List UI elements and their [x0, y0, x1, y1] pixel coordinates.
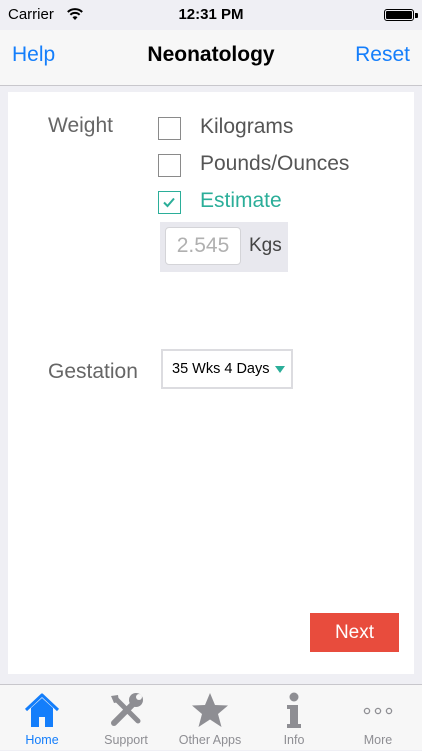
kilograms-label: Kilograms: [200, 115, 294, 138]
estimate-label: Estimate: [200, 189, 282, 212]
battery-icon: [384, 9, 418, 21]
tab-home-label: Home: [25, 733, 59, 747]
kilograms-checkbox[interactable]: [158, 117, 181, 140]
tab-support-label: Support: [104, 733, 148, 747]
tab-info-label: Info: [283, 733, 305, 747]
weight-label: Weight: [48, 114, 113, 137]
clock: 12:31 PM: [178, 6, 244, 23]
pounds-ounces-checkbox[interactable]: [158, 154, 181, 177]
reset-button[interactable]: Reset: [355, 43, 410, 67]
tools-icon: [111, 693, 143, 726]
form-card: Weight Kilograms Pounds/Ounces Estimate …: [8, 92, 414, 674]
next-button[interactable]: Next: [310, 613, 399, 652]
estimate-weight-input[interactable]: 2.545: [165, 227, 241, 265]
star-icon: [192, 693, 228, 727]
tab-support[interactable]: Support: [84, 685, 168, 751]
tab-info[interactable]: Info: [252, 685, 336, 751]
tab-home[interactable]: Home: [0, 685, 84, 751]
gestation-label: Gestation: [48, 360, 138, 383]
info-icon: [287, 692, 301, 728]
pounds-ounces-label: Pounds/Ounces: [200, 152, 350, 175]
tab-more-label: More: [363, 733, 393, 747]
home-icon: [24, 693, 60, 727]
status-bar: Carrier 12:31 PM: [0, 0, 422, 30]
tab-other-apps[interactable]: Other Apps: [168, 685, 252, 751]
estimate-checkbox[interactable]: [158, 191, 181, 214]
checkmark-icon: [163, 197, 175, 208]
navigation-bar: Help Neonatology Reset: [0, 30, 422, 86]
gestation-select[interactable]: 35 Wks 4 Days: [161, 349, 293, 389]
dropdown-arrow-icon: [275, 366, 285, 373]
tab-other-apps-label: Other Apps: [178, 733, 242, 747]
tab-more[interactable]: More: [336, 685, 420, 751]
tab-bar: Home Support Other Apps Info More: [0, 684, 422, 750]
estimate-weight-group: 2.545 Kgs: [160, 222, 288, 272]
weight-unit-label: Kgs: [249, 235, 282, 256]
more-icon: [363, 707, 393, 715]
gestation-value: 35 Wks 4 Days: [172, 361, 270, 377]
